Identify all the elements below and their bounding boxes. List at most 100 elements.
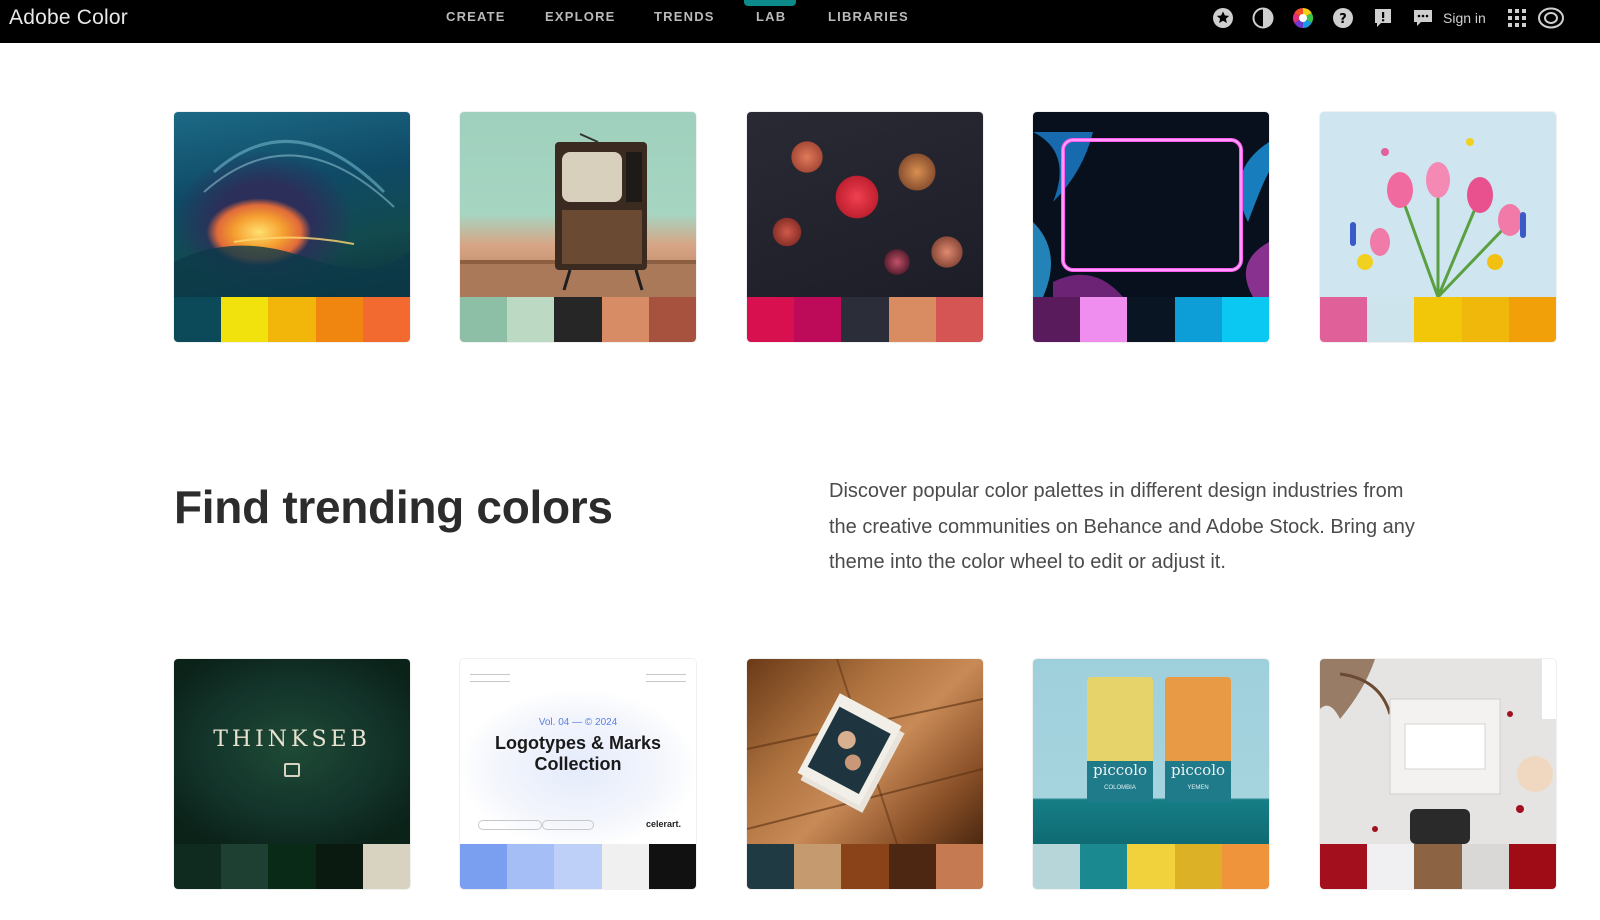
- swatch[interactable]: [507, 844, 555, 889]
- bag-origin: YEMEN: [1187, 785, 1209, 791]
- header-actions: ? Sign in: [1203, 4, 1568, 32]
- bag-brand: piccolo: [1170, 761, 1226, 779]
- swatch[interactable]: [554, 844, 602, 889]
- swatch[interactable]: [1033, 844, 1081, 889]
- swatch[interactable]: [888, 297, 936, 342]
- palette-card-piccolo[interactable]: piccolo COLOMBIA piccolo YEMEN: [1033, 659, 1269, 889]
- swatch[interactable]: [935, 844, 983, 889]
- swatch[interactable]: [1127, 297, 1175, 342]
- top-navigation-bar: Adobe Color CREATE EXPLORE TRENDS LAB LI…: [0, 0, 1600, 43]
- palette-swatches: [1033, 297, 1269, 342]
- header-rule: [646, 674, 686, 682]
- palette-card-retro-tv[interactable]: [460, 112, 696, 342]
- swatch[interactable]: [174, 844, 222, 889]
- swatch[interactable]: [460, 297, 508, 342]
- swatch[interactable]: [315, 844, 363, 889]
- palette-card-photo-prints[interactable]: [747, 659, 983, 889]
- swatch[interactable]: [935, 297, 983, 342]
- swatch[interactable]: [794, 844, 842, 889]
- nav-trends[interactable]: TRENDS: [654, 0, 756, 34]
- palette-swatches: [747, 844, 983, 889]
- swatch[interactable]: [601, 297, 649, 342]
- brand-logo[interactable]: Adobe Color: [9, 6, 128, 30]
- swatch[interactable]: [1080, 297, 1128, 342]
- swatch[interactable]: [1221, 297, 1269, 342]
- palette-swatches: [1320, 844, 1556, 889]
- collection-title: Logotypes & Marks: [494, 733, 662, 753]
- swatch[interactable]: [1508, 844, 1556, 889]
- palette-swatches: [747, 297, 983, 342]
- new-badge: [744, 0, 796, 6]
- color-wheel-icon[interactable]: [1283, 4, 1323, 32]
- swatch[interactable]: [841, 844, 889, 889]
- app-grid-icon[interactable]: [1500, 4, 1534, 32]
- swatch[interactable]: [601, 844, 649, 889]
- swatch[interactable]: [794, 297, 842, 342]
- bag-brand: piccolo: [1092, 761, 1148, 779]
- bag-origin: COLOMBIA: [1104, 785, 1136, 791]
- nav-lab[interactable]: LAB: [744, 0, 828, 34]
- swatch[interactable]: [507, 297, 555, 342]
- swatch[interactable]: [1461, 297, 1509, 342]
- swatch[interactable]: [841, 297, 889, 342]
- swatch[interactable]: [221, 844, 269, 889]
- sign-in-link[interactable]: Sign in: [1443, 10, 1486, 26]
- celerart-brand: celerart.: [646, 819, 682, 829]
- swatch[interactable]: [1414, 297, 1462, 342]
- swatch[interactable]: [648, 844, 696, 889]
- palette-swatches: [174, 297, 410, 342]
- swatch[interactable]: [1367, 297, 1415, 342]
- swatch[interactable]: [268, 844, 316, 889]
- swatch[interactable]: [747, 297, 795, 342]
- swatch[interactable]: [1320, 297, 1368, 342]
- swatch[interactable]: [554, 297, 602, 342]
- palette-card-thinkseb[interactable]: THINKSEB: [174, 659, 410, 889]
- swatch[interactable]: [174, 297, 222, 342]
- chat-icon[interactable]: [1403, 4, 1443, 32]
- logotypes-image: Vol. 04 — © 2024 Logotypes & Marks Colle…: [460, 659, 696, 844]
- favorites-icon[interactable]: [1203, 4, 1243, 32]
- swatch[interactable]: [1080, 844, 1128, 889]
- contrast-icon[interactable]: [1243, 4, 1283, 32]
- swatch[interactable]: [1508, 297, 1556, 342]
- feedback-icon[interactable]: [1363, 4, 1403, 32]
- nav-create[interactable]: CREATE: [446, 0, 545, 34]
- swatch[interactable]: [221, 297, 269, 342]
- piccolo-coffee-image: piccolo COLOMBIA piccolo YEMEN: [1033, 659, 1269, 844]
- palette-swatches: [460, 844, 696, 889]
- swatch[interactable]: [1367, 844, 1415, 889]
- swatch[interactable]: [648, 297, 696, 342]
- swatch[interactable]: [1320, 844, 1368, 889]
- swatch[interactable]: [1174, 297, 1222, 342]
- palette-card-packaging[interactable]: [1320, 659, 1556, 889]
- tulips-image: [1320, 112, 1556, 297]
- swatch[interactable]: [747, 844, 795, 889]
- swatch[interactable]: [315, 297, 363, 342]
- palette-card-neon[interactable]: [1033, 112, 1269, 342]
- swatch[interactable]: [1127, 844, 1175, 889]
- palette-card-roses[interactable]: [747, 112, 983, 342]
- palette-swatches: [460, 297, 696, 342]
- swatch[interactable]: [1461, 844, 1509, 889]
- palette-card-logotypes[interactable]: Vol. 04 — © 2024 Logotypes & Marks Colle…: [460, 659, 696, 889]
- nav-libraries[interactable]: LIBRARIES: [828, 0, 928, 34]
- swatch[interactable]: [1414, 844, 1462, 889]
- swatch[interactable]: [1174, 844, 1222, 889]
- nav-lab-label: LAB: [756, 9, 787, 24]
- pill-tag: [542, 820, 594, 830]
- palette-card-tulips[interactable]: [1320, 112, 1556, 342]
- swatch[interactable]: [362, 844, 410, 889]
- packaging-image: [1320, 659, 1556, 844]
- section-description: Discover popular color palettes in diffe…: [829, 480, 1415, 573]
- creative-cloud-icon[interactable]: [1534, 4, 1568, 32]
- swatch[interactable]: [1221, 844, 1269, 889]
- swatch[interactable]: [1033, 297, 1081, 342]
- swatch[interactable]: [460, 844, 508, 889]
- palette-card-wave[interactable]: [174, 112, 410, 342]
- swatch[interactable]: [362, 297, 410, 342]
- swatch[interactable]: [268, 297, 316, 342]
- swatch[interactable]: [888, 844, 936, 889]
- nav-explore[interactable]: EXPLORE: [545, 0, 654, 34]
- wave-image: [174, 112, 410, 297]
- help-icon[interactable]: ?: [1323, 4, 1363, 32]
